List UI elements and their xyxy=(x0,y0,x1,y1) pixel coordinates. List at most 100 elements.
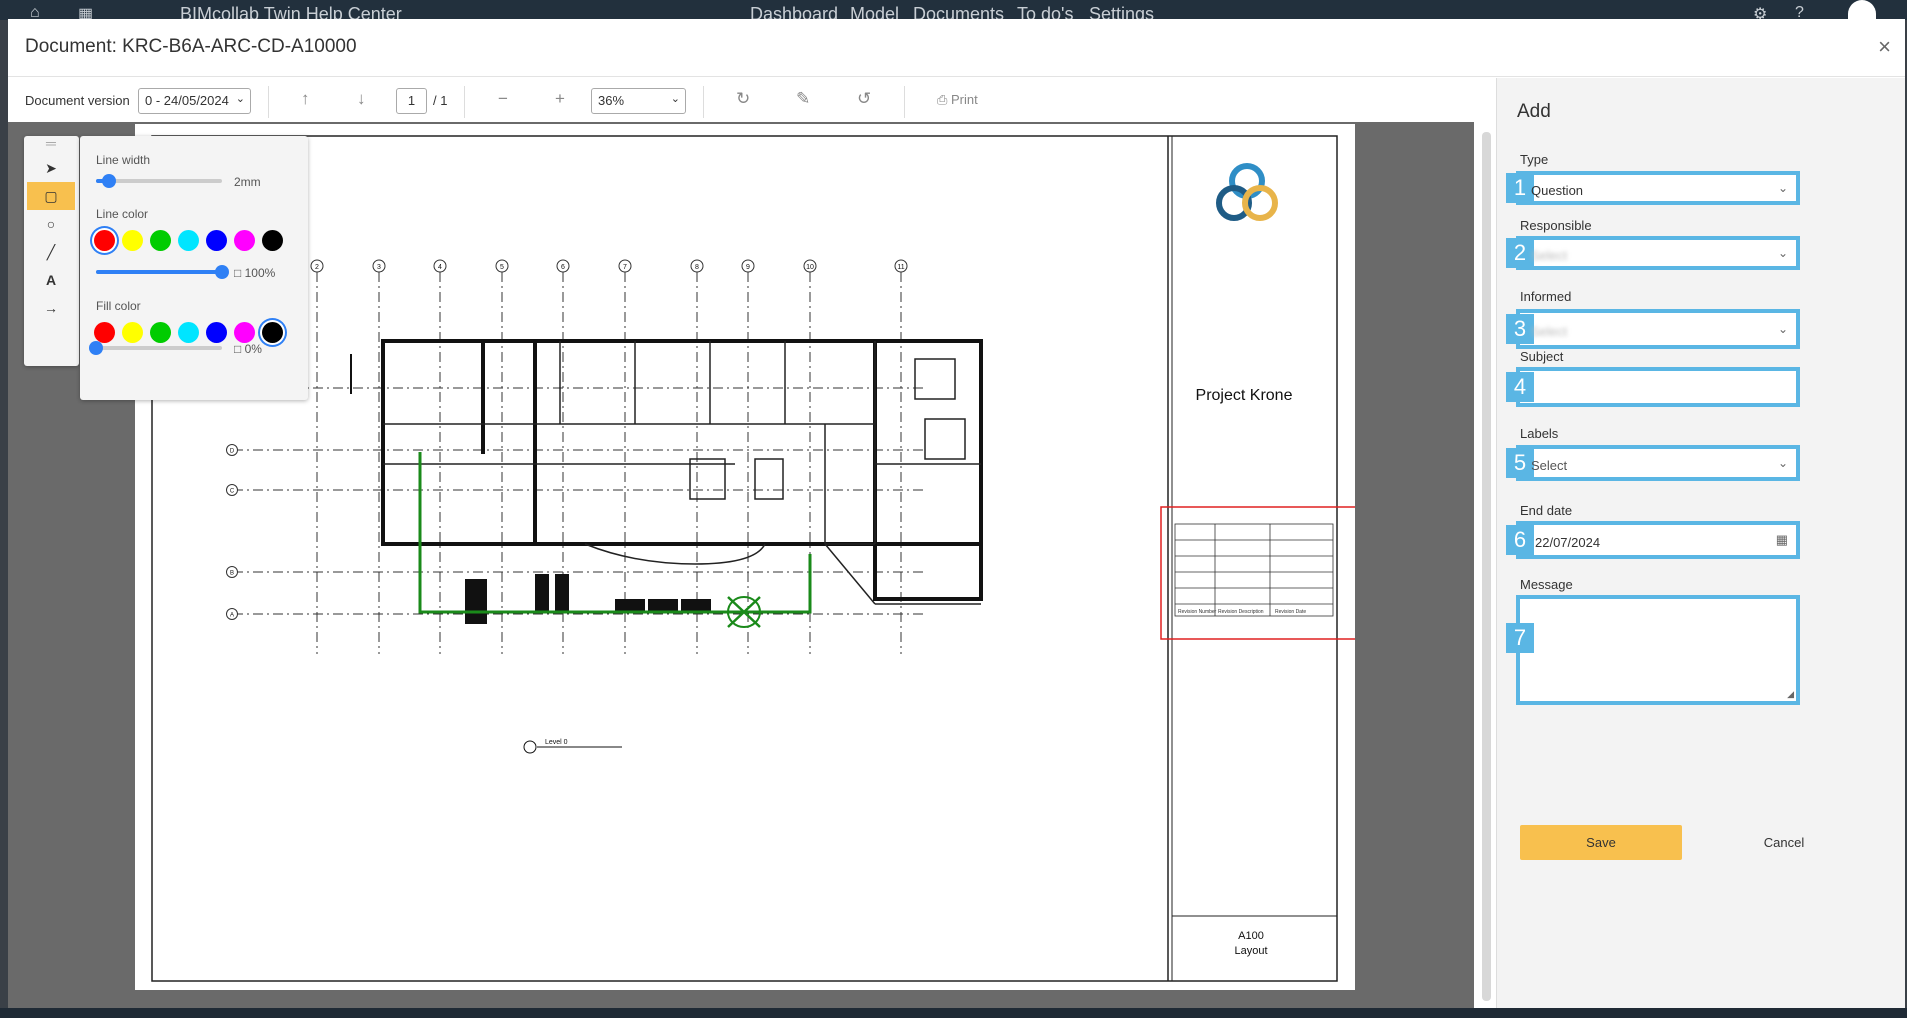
red-rectangle-annotation xyxy=(1160,506,1355,640)
zoom-in-icon[interactable]: + xyxy=(555,89,565,109)
subject-input[interactable]: 4 xyxy=(1506,367,1800,407)
labels-select[interactable]: 5 Select ⌄ xyxy=(1506,445,1800,481)
subject-label: Subject xyxy=(1520,349,1564,364)
fill-color-swatch[interactable] xyxy=(94,322,115,343)
informed-label: Informed xyxy=(1520,289,1572,304)
resize-handle-icon[interactable]: ◢ xyxy=(1787,689,1794,700)
type-select[interactable]: 1 Question ⌄ xyxy=(1506,171,1800,205)
arrow-up-icon[interactable]: ↑ xyxy=(301,89,310,109)
print-button[interactable]: ⎙ Print xyxy=(937,92,978,108)
grid-number: 3 xyxy=(377,264,381,271)
line-color-swatch[interactable] xyxy=(94,230,115,251)
fill-color-swatch[interactable] xyxy=(122,322,143,343)
grid-number: 2 xyxy=(315,264,319,271)
version-label: Document version xyxy=(25,93,130,108)
version-value: 0 - 24/05/2024 xyxy=(145,93,229,108)
informed-value: Select xyxy=(1531,324,1568,339)
version-select[interactable]: 0 - 24/05/2024 ⌄ xyxy=(138,88,251,114)
rectangle-tool-icon[interactable]: ▢ xyxy=(27,182,75,210)
line-opacity-text: 100% xyxy=(244,266,276,280)
drawing-sheet: 234567891011EDCBA xyxy=(135,124,1355,990)
line-color-swatch[interactable] xyxy=(122,230,143,251)
labels-value: Select xyxy=(1531,458,1568,473)
chevron-down-icon: ⌄ xyxy=(235,93,245,105)
grid-letter: B xyxy=(230,571,234,577)
grid-number: 9 xyxy=(746,264,750,271)
select-tool-icon[interactable]: ➤ xyxy=(27,154,75,182)
undo-icon[interactable]: ↺ xyxy=(857,89,871,109)
fill-color-swatch[interactable] xyxy=(150,322,171,343)
line-color-swatch[interactable] xyxy=(178,230,199,251)
sheet-number: A100 xyxy=(1238,930,1264,942)
zoom-out-icon[interactable]: − xyxy=(498,89,508,109)
circle-tool-icon[interactable]: ○ xyxy=(27,210,75,238)
revision-col-date: Revision Date xyxy=(1275,609,1306,615)
grid-number: 6 xyxy=(561,264,565,271)
line-width-slider[interactable] xyxy=(96,174,222,188)
modal-header: Document: KRC-B6A-ARC-CD-A10000 × xyxy=(8,19,1905,77)
add-todo-panel: Add Type 1 Question ⌄ Responsible 2 Sele… xyxy=(1496,78,1905,1011)
badge-6: 6 xyxy=(1506,525,1534,555)
end-date-input[interactable]: 6 22/07/2024 ▦ xyxy=(1506,521,1800,559)
line-color-swatch[interactable] xyxy=(150,230,171,251)
badge-4: 4 xyxy=(1506,372,1534,402)
line-tool-icon[interactable]: ╱ xyxy=(27,238,75,266)
labels-label: Labels xyxy=(1520,426,1559,441)
fill-color-swatch[interactable] xyxy=(262,322,283,343)
informed-select[interactable]: 3 Select ⌄ xyxy=(1506,309,1800,349)
zoom-value: 36% xyxy=(598,93,625,108)
text-tool-icon[interactable]: A xyxy=(27,266,75,294)
arrow-tool-icon[interactable]: → xyxy=(27,294,75,322)
avatar[interactable] xyxy=(1848,0,1876,20)
chevron-down-icon: ⌄ xyxy=(1777,181,1788,195)
bottom-status-bar xyxy=(0,1008,1907,1018)
end-date-value: 22/07/2024 xyxy=(1535,535,1601,550)
close-icon[interactable]: × xyxy=(1878,34,1891,60)
chevron-down-icon: ⌄ xyxy=(1777,322,1788,336)
annotate-icon[interactable]: ✎ xyxy=(796,89,810,109)
printer-icon: ⎙ xyxy=(937,92,952,107)
fill-color-swatch[interactable] xyxy=(234,322,255,343)
print-label: Print xyxy=(951,92,978,107)
grid-letter: D xyxy=(230,449,235,455)
line-color-swatch[interactable] xyxy=(234,230,255,251)
divider xyxy=(268,86,269,118)
responsible-select[interactable]: 2 Select ⌄ xyxy=(1506,236,1800,270)
chevron-down-icon: ⌄ xyxy=(1777,246,1788,260)
grid-number: 10 xyxy=(806,264,814,271)
rotate-icon[interactable]: ↻ xyxy=(736,89,750,109)
panel-heading: Add xyxy=(1517,101,1551,122)
save-button[interactable]: Save xyxy=(1520,825,1682,860)
message-textarea[interactable]: 7 ◢ xyxy=(1506,595,1800,705)
fill-color-swatch[interactable] xyxy=(206,322,227,343)
company-logo xyxy=(1216,163,1278,221)
fill-color-label: Fill color xyxy=(96,299,141,313)
line-color-swatch[interactable] xyxy=(206,230,227,251)
line-color-label: Line color xyxy=(96,207,149,221)
page-input[interactable]: 1 xyxy=(396,88,427,114)
grid-number: 4 xyxy=(438,264,442,271)
viewer-toolbar: Document version 0 - 24/05/2024 ⌄ ↑ ↓ 1 … xyxy=(8,78,1495,122)
fill-opacity-slider[interactable] xyxy=(89,341,222,355)
line-color-swatch[interactable] xyxy=(262,230,283,251)
zoom-select[interactable]: 36% ⌄ xyxy=(591,88,686,114)
calendar-icon[interactable]: ▦ xyxy=(1776,532,1788,548)
modal-title: Document: KRC-B6A-ARC-CD-A10000 xyxy=(25,36,357,57)
cancel-button[interactable]: Cancel xyxy=(1734,825,1834,860)
responsible-label: Responsible xyxy=(1520,218,1592,233)
floor-plan-drawing: 234567891011EDCBA xyxy=(151,135,1355,982)
drag-handle-icon[interactable]: ═ xyxy=(27,136,75,152)
app-top-nav: ⌂ ▦ BIMcollab Twin Help Center Dashboard… xyxy=(0,0,1907,24)
badge-5: 5 xyxy=(1506,448,1534,478)
fill-color-swatch[interactable] xyxy=(178,322,199,343)
viewer-scrollbar[interactable] xyxy=(1482,132,1491,1001)
line-opacity-slider[interactable] xyxy=(96,265,229,279)
arrow-down-icon[interactable]: ↓ xyxy=(357,89,366,109)
chevron-down-icon: ⌄ xyxy=(1777,456,1788,470)
end-date-label: End date xyxy=(1520,503,1573,518)
divider xyxy=(904,86,905,118)
level-label: Level 0 xyxy=(545,739,568,746)
fill-opacity-value: □ 0% xyxy=(234,342,262,356)
badge-3: 3 xyxy=(1506,314,1534,344)
responsible-value: Select xyxy=(1531,248,1568,263)
